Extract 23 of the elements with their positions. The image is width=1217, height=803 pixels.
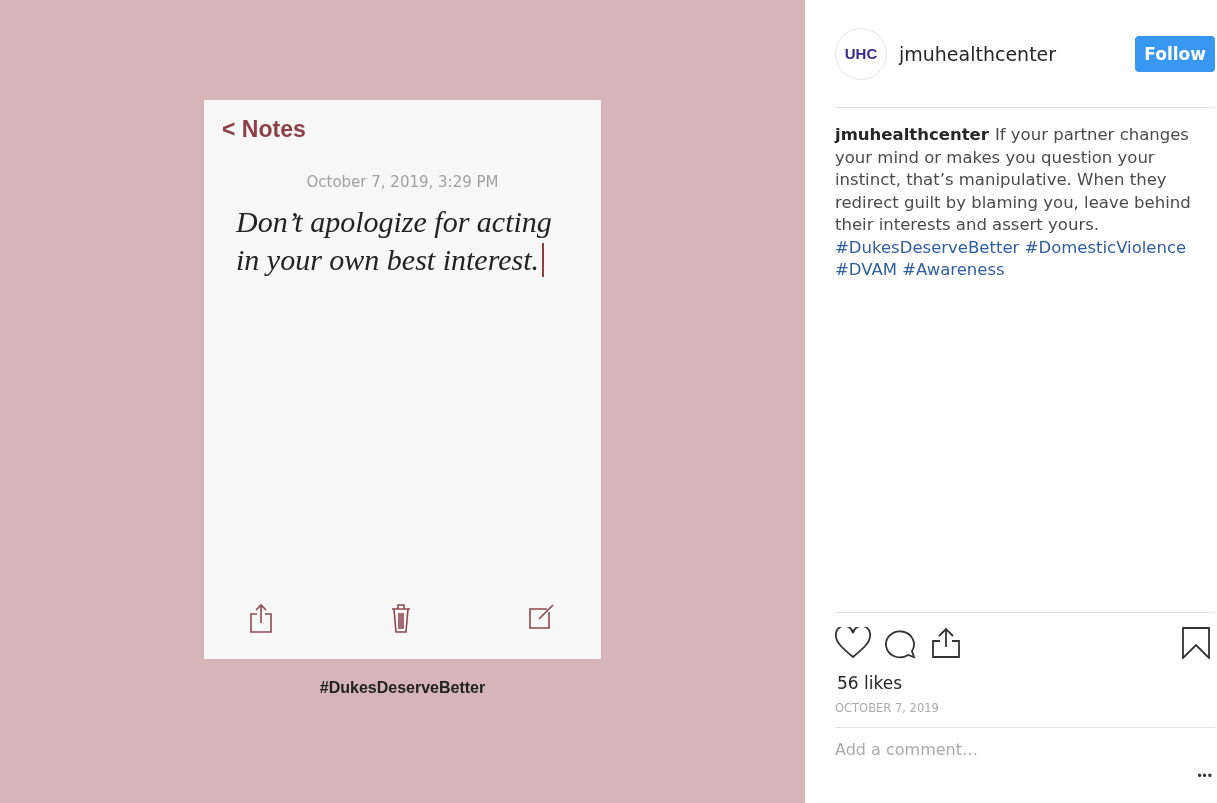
post-date: OCTOBER 7, 2019 <box>835 701 940 715</box>
likes-count[interactable]: 56 likes <box>835 673 1217 693</box>
trash-icon[interactable] <box>390 603 411 633</box>
note-date: October 7, 2019, 3:29 PM <box>305 173 500 191</box>
bookmark-icon[interactable] <box>1181 627 1211 659</box>
text-cursor <box>542 243 545 277</box>
username-link[interactable]: jmuhealthcenter <box>835 125 989 144</box>
hashtag-link[interactable]: #DVAM <box>835 260 897 279</box>
note-text: Don’t apologize for acting <box>236 205 552 239</box>
caption: jmuhealthcenter If your partner changes your mind or makes you question your instinct, that’s manipulative. When they redirect guilt by blaming you, leave behind their interests and assert yours. #DukesDeserveBetter #DomesticViolence #DVAM #Awareness <box>835 124 1192 281</box>
compose-icon[interactable] <box>529 603 555 629</box>
hashtag-link[interactable]: #Awareness <box>902 260 1005 279</box>
image-hashtag: #DukesDeserveBetter <box>319 679 486 697</box>
heart-icon[interactable] <box>835 627 871 659</box>
share-icon[interactable] <box>931 627 961 659</box>
more-button[interactable]: ••• <box>1197 769 1213 783</box>
back-link[interactable]: < Notes <box>222 116 583 143</box>
comment-icon[interactable] <box>885 627 917 659</box>
username-link[interactable]: jmuhealthcenter <box>899 42 1057 65</box>
hashtag-link[interactable]: #DomesticViolence <box>1024 237 1187 257</box>
hashtag-link[interactable]: #DukesDeserveBetter <box>835 237 1020 257</box>
share-icon[interactable] <box>250 603 272 633</box>
note-text: in your own best interest. <box>236 243 540 277</box>
